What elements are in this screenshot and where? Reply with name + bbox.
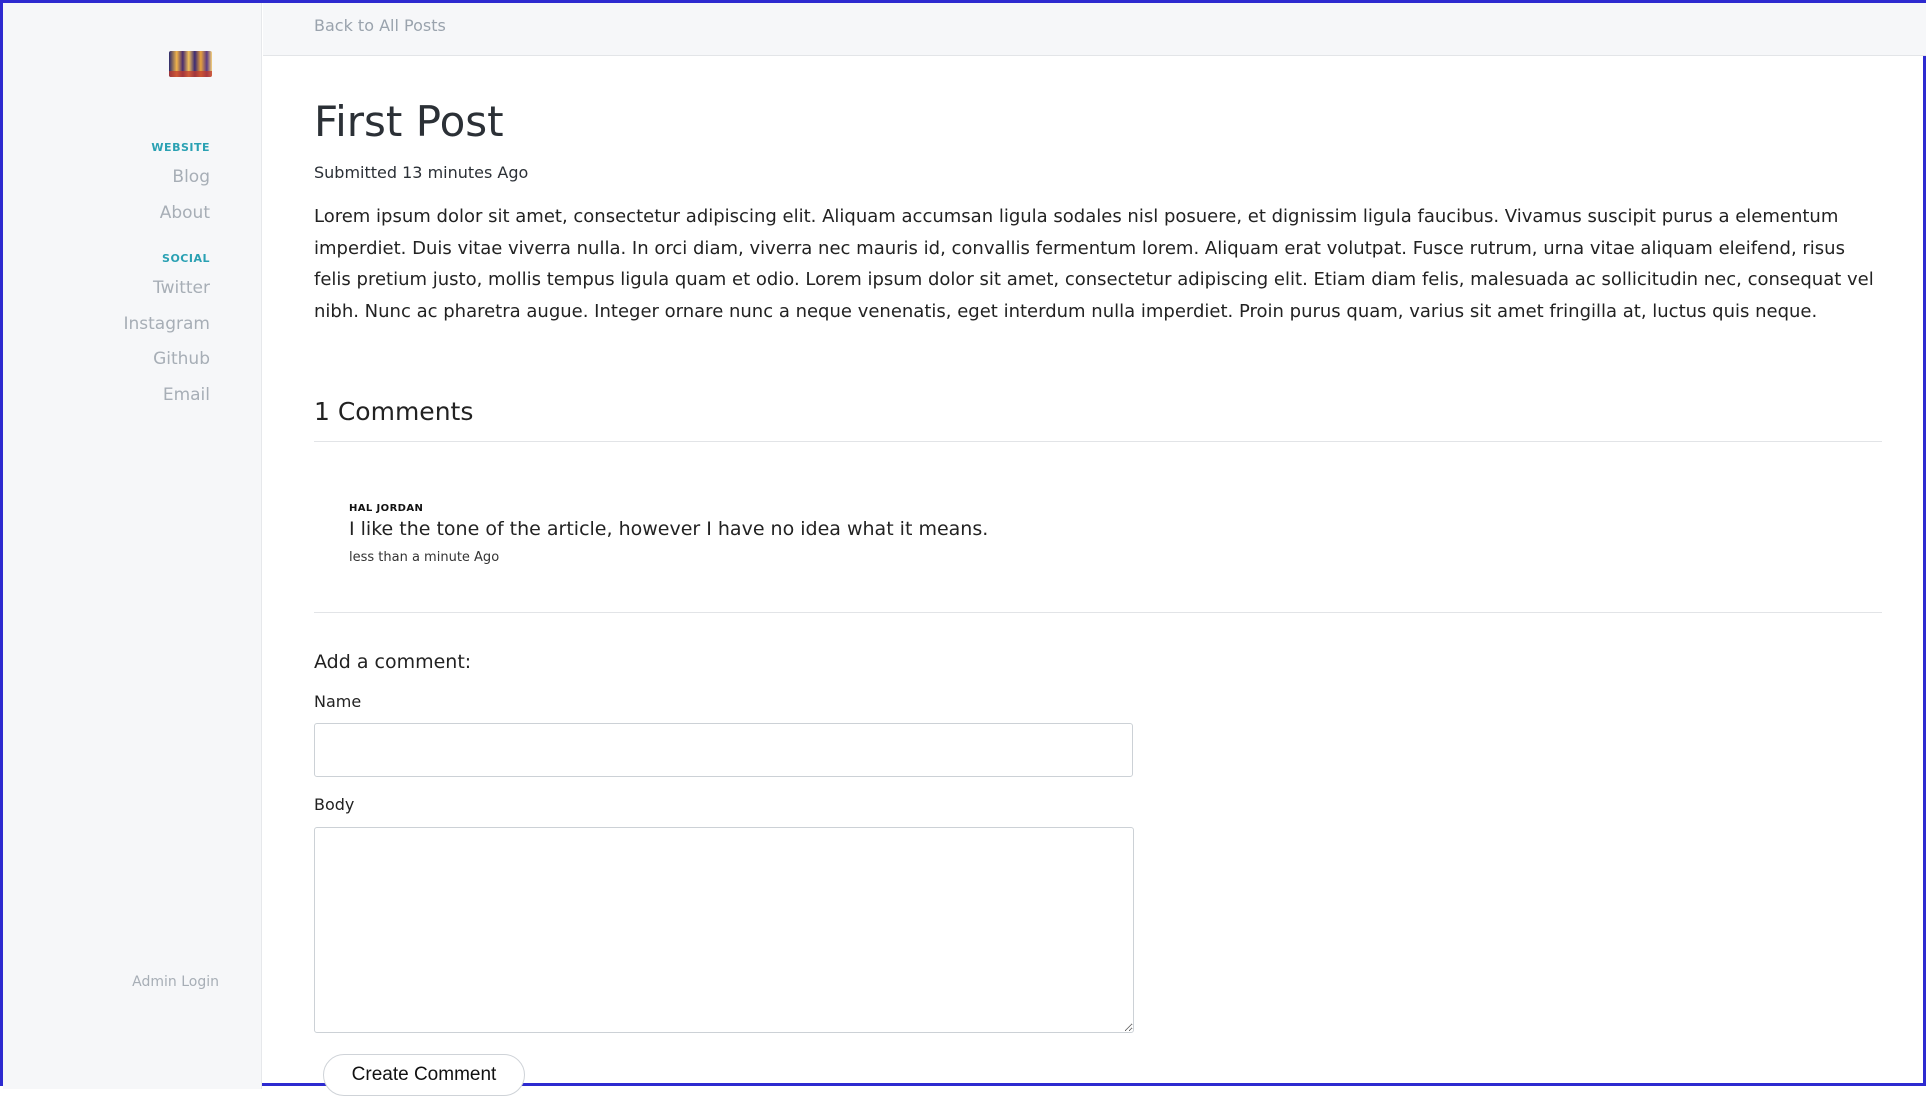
site-logo-icon[interactable]: [169, 51, 212, 77]
comment-author: HAL JORDAN: [349, 503, 424, 514]
post-title: First Post: [314, 97, 504, 146]
sidebar-section-website: WEBSITE: [151, 141, 210, 154]
comments-divider-bottom: [314, 612, 1882, 613]
sidebar-section-social: SOCIAL: [162, 252, 210, 265]
post-body: Lorem ipsum dolor sit amet, consectetur …: [314, 206, 1874, 322]
sidebar-link-instagram[interactable]: Instagram: [124, 314, 211, 334]
name-label: Name: [314, 692, 362, 711]
comments-heading: 1 Comments: [314, 397, 474, 426]
add-comment-heading: Add a comment:: [314, 651, 472, 673]
comments-divider-top: [314, 441, 1882, 442]
sidebar-link-twitter[interactable]: Twitter: [153, 278, 210, 298]
body-textarea[interactable]: [314, 827, 1134, 1033]
admin-login-link[interactable]: Admin Login: [132, 974, 219, 990]
sidebar: WEBSITE Blog About SOCIAL Twitter Instag…: [3, 3, 262, 1089]
comment-body: I like the tone of the article, however …: [349, 518, 989, 540]
create-comment-button[interactable]: Create Comment: [323, 1054, 525, 1096]
post-submitted-meta: Submitted 13 minutes Ago: [314, 163, 529, 182]
sidebar-link-github[interactable]: Github: [153, 349, 210, 369]
comment-timestamp: less than a minute Ago: [349, 550, 500, 565]
back-to-all-posts-link[interactable]: Back to All Posts: [314, 16, 446, 35]
comment-item: HAL JORDAN I like the tone of the articl…: [349, 503, 1749, 565]
body-label: Body: [314, 795, 355, 814]
sidebar-link-blog[interactable]: Blog: [172, 167, 210, 187]
top-bar: Back to All Posts: [263, 3, 1926, 56]
sidebar-link-about[interactable]: About: [160, 203, 210, 223]
name-input[interactable]: [314, 723, 1133, 777]
sidebar-link-email[interactable]: Email: [163, 385, 210, 405]
